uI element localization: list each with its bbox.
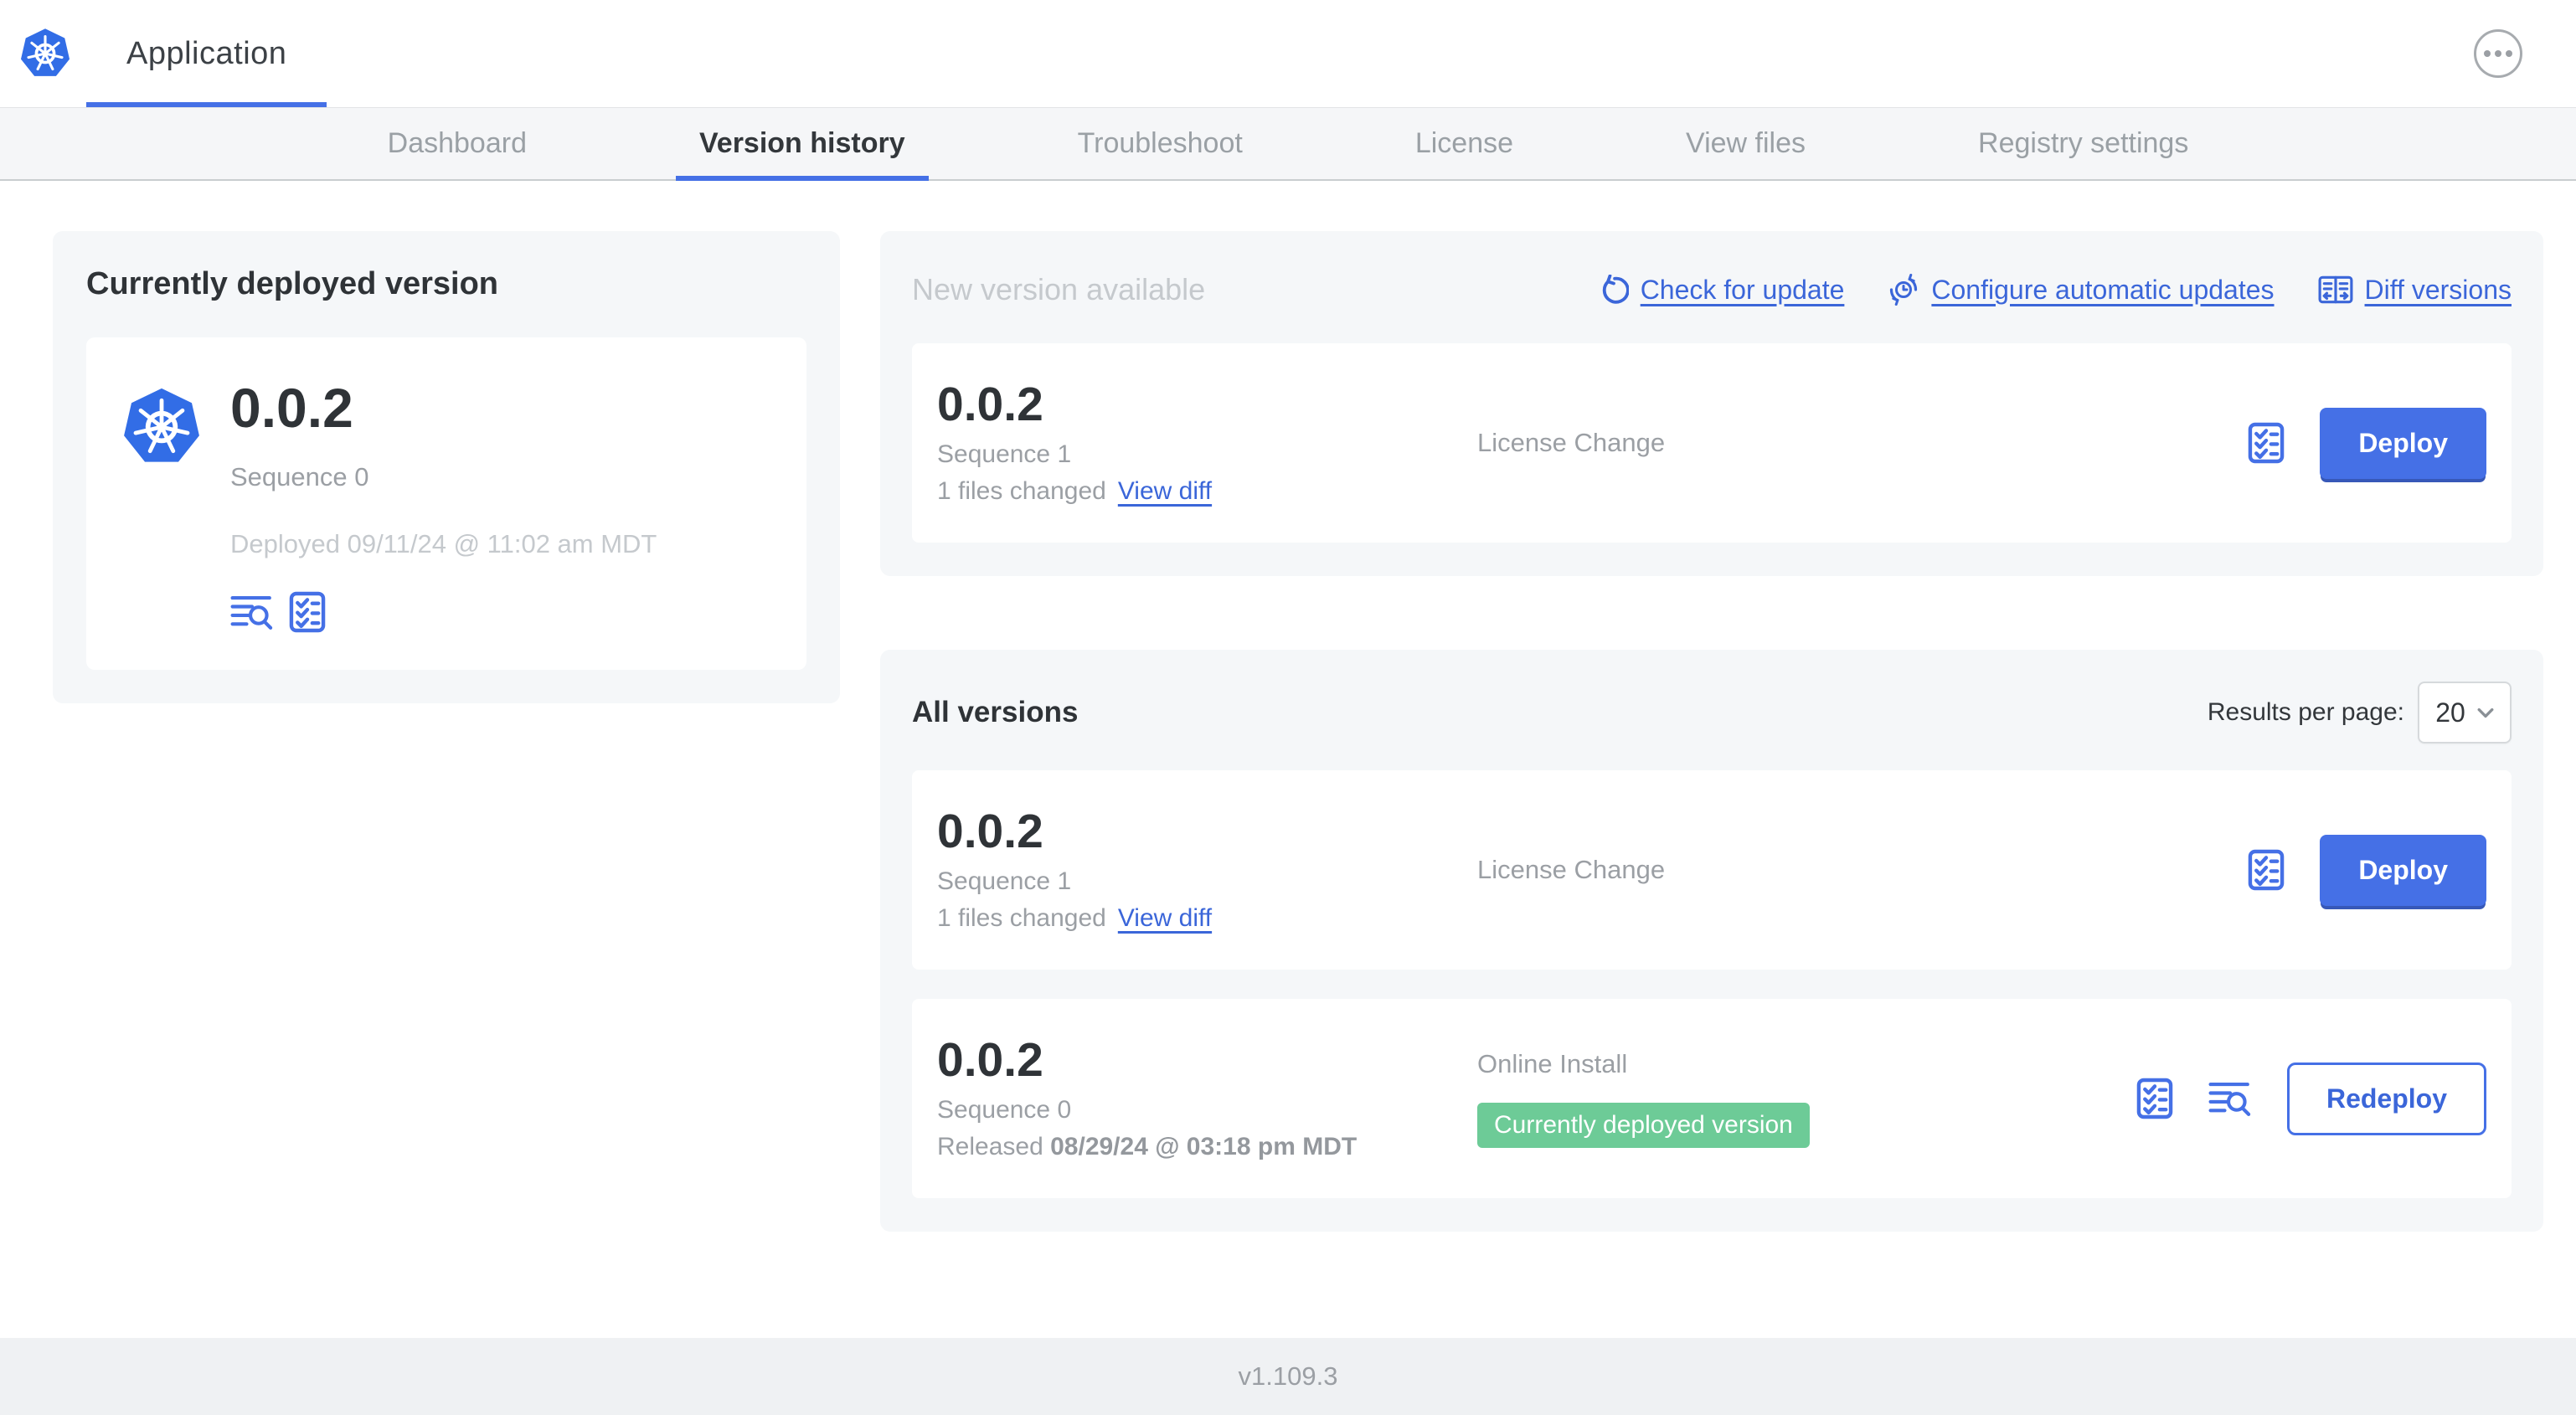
app-tab[interactable]: Application <box>86 0 327 107</box>
tab-view-files[interactable]: View files <box>1662 108 1829 179</box>
currently-deployed-badge: Currently deployed version <box>1477 1103 1810 1148</box>
currently-deployed-card: 0.0.2 Sequence 0 Deployed 09/11/24 @ 11:… <box>86 337 806 671</box>
chevron-down-icon <box>2477 708 2494 718</box>
ellipsis-menu-icon[interactable] <box>2474 29 2522 78</box>
tab-license[interactable]: License <box>1392 108 1537 179</box>
logs-icon[interactable] <box>230 593 274 631</box>
app-tab-label: Application <box>126 35 287 71</box>
currently-deployed-panel: Currently deployed version 0.0.2 Sequenc… <box>53 231 840 704</box>
preflight-checklist-icon[interactable] <box>2136 1078 2173 1119</box>
tab-troubleshoot[interactable]: Troubleshoot <box>1054 108 1266 179</box>
results-per-page-select[interactable]: 20 <box>2418 682 2512 744</box>
tab-registry-settings[interactable]: Registry settings <box>1955 108 2212 179</box>
redeploy-button[interactable]: Redeploy <box>2286 1062 2486 1135</box>
admin-console-version: v1.109.3 <box>1238 1361 1338 1391</box>
all-versions-section: All versions Results per page: 20 0.0.2 <box>880 650 2543 1232</box>
check-for-update-link[interactable]: Check for update <box>1599 275 1844 306</box>
version-sequence: Sequence 1 <box>937 440 1072 468</box>
version-number: 0.0.2 <box>937 805 1043 859</box>
preflight-checklist-icon[interactable] <box>289 591 326 633</box>
version-source-label: License Change <box>1477 855 1666 884</box>
version-number: 0.0.2 <box>937 378 1043 432</box>
all-versions-title: All versions <box>912 696 1079 728</box>
files-changed-label: 1 files changed <box>937 903 1106 932</box>
deploy-button[interactable]: Deploy <box>2320 834 2486 906</box>
kubernetes-app-icon <box>121 384 202 470</box>
version-row: 0.0.2 Sequence 1 1 files changed View di… <box>912 770 2512 970</box>
new-version-row: 0.0.2 Sequence 1 1 files changed View di… <box>912 343 2512 543</box>
active-tab-underline <box>675 176 929 181</box>
configure-automatic-updates-link[interactable]: Configure automatic updates <box>1888 274 2275 306</box>
kots-admin-page: Application Dashboard Version history Tr… <box>0 0 2576 1415</box>
version-source-label: Online Install <box>1477 1049 1628 1078</box>
currently-deployed-title: Currently deployed version <box>86 266 499 301</box>
results-per-page-label: Results per page: <box>2207 698 2404 726</box>
version-sequence: Sequence 0 <box>937 1095 1072 1124</box>
view-diff-link[interactable]: View diff <box>1118 477 1212 506</box>
version-sequence: Sequence 1 <box>937 867 1072 895</box>
released-timestamp: Released 08/29/24 @ 03:18 pm MDT <box>937 1132 1358 1160</box>
app-tab-active-underline <box>86 102 327 107</box>
deployed-version-number: 0.0.2 <box>230 377 353 439</box>
refresh-icon <box>1602 275 1629 304</box>
diff-versions-link[interactable]: Diff versions <box>2318 275 2512 306</box>
top-bar: Application <box>0 0 2576 107</box>
deploy-button[interactable]: Deploy <box>2320 407 2486 479</box>
new-version-title: New version available <box>912 272 1206 306</box>
kubernetes-logo-icon <box>19 27 71 78</box>
deployed-sequence: Sequence 0 <box>230 462 369 492</box>
app-nav-tabs: Dashboard Version history Troubleshoot L… <box>0 107 2576 181</box>
deployed-timestamp: Deployed 09/11/24 @ 11:02 am MDT <box>230 529 657 559</box>
new-version-section: New version available Check for update C… <box>880 231 2543 576</box>
tab-dashboard[interactable]: Dashboard <box>364 108 550 179</box>
version-number: 0.0.2 <box>937 1033 1043 1088</box>
right-column: New version available Check for update C… <box>880 231 2543 1232</box>
version-source-label: License Change <box>1477 428 1666 457</box>
schedule-update-icon <box>1890 274 1918 306</box>
logs-icon[interactable] <box>2208 1079 2252 1118</box>
view-diff-link[interactable]: View diff <box>1118 904 1212 933</box>
preflight-checklist-icon[interactable] <box>2248 849 2285 891</box>
tab-version-history[interactable]: Version history <box>675 108 929 181</box>
files-changed-label: 1 files changed <box>937 476 1106 505</box>
footer: v1.109.3 <box>0 1338 2576 1415</box>
main-content: Currently deployed version 0.0.2 Sequenc… <box>0 181 2576 1338</box>
preflight-checklist-icon[interactable] <box>2248 422 2285 464</box>
diff-icon <box>2318 275 2353 304</box>
version-row: 0.0.2 Sequence 0 Released 08/29/24 @ 03:… <box>912 999 2512 1198</box>
